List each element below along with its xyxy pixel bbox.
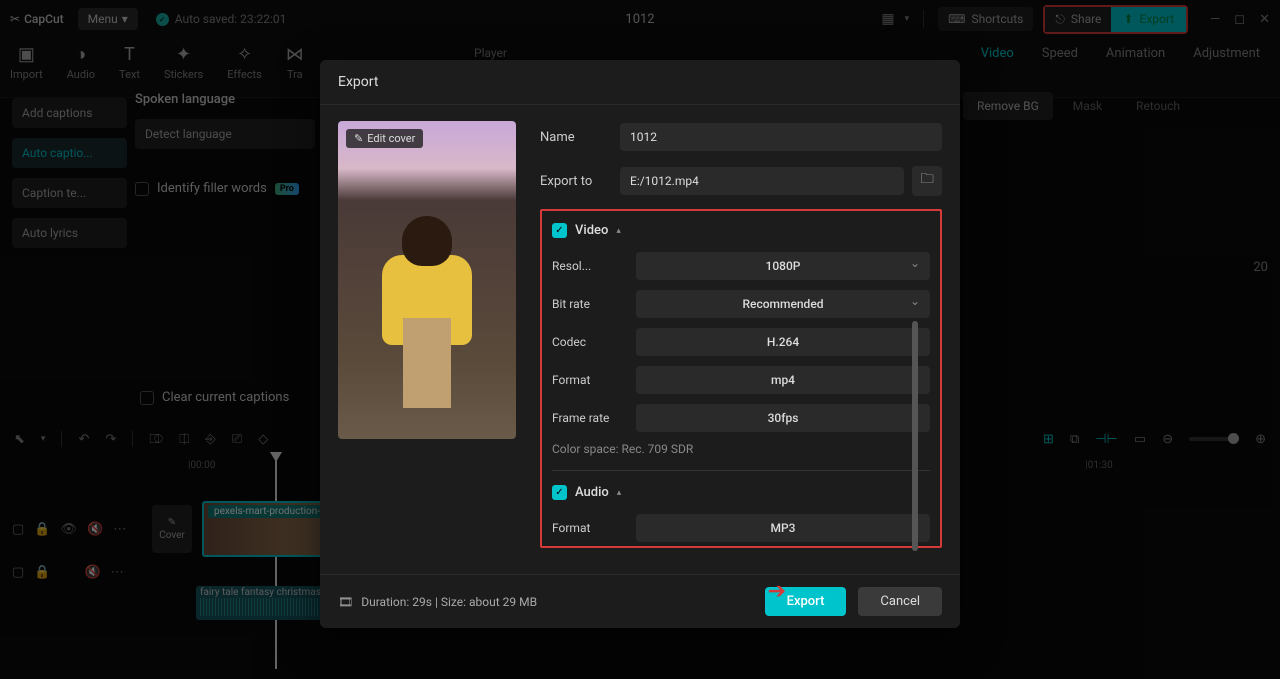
- format-label: Format: [552, 373, 636, 387]
- preview-figure: [402, 216, 452, 266]
- codec-label: Codec: [552, 335, 636, 349]
- browse-folder-button[interactable]: 🗀: [912, 166, 942, 196]
- edit-cover-label: Edit cover: [367, 132, 415, 145]
- cover-preview: ✎ Edit cover: [338, 121, 516, 439]
- cancel-button[interactable]: Cancel: [858, 587, 942, 616]
- modal-title: Export: [320, 60, 960, 105]
- export-settings-highlight: ✓ Video ▴ Resol... 1080P Bit rate Recomm…: [540, 209, 942, 548]
- audio-format-label: Format: [552, 521, 636, 535]
- name-label: Name: [540, 130, 620, 145]
- film-icon: 🎞: [338, 595, 353, 609]
- video-section-label: Video: [575, 223, 608, 238]
- framerate-select[interactable]: 30fps: [636, 404, 930, 432]
- folder-icon: 🗀: [920, 170, 933, 192]
- edit-cover-button[interactable]: ✎ Edit cover: [346, 129, 423, 148]
- arrow-annotation: ➔: [768, 579, 786, 604]
- name-input[interactable]: [620, 123, 942, 151]
- preview-figure: [403, 318, 451, 408]
- color-space-info: Color space: Rec. 709 SDR: [552, 442, 930, 456]
- divider: [552, 470, 930, 471]
- pencil-icon: ✎: [354, 132, 363, 145]
- audio-checkbox[interactable]: ✓: [552, 485, 567, 500]
- collapse-icon[interactable]: ▴: [617, 488, 622, 498]
- bitrate-label: Bit rate: [552, 297, 636, 311]
- scrollbar[interactable]: [912, 321, 918, 551]
- resolution-select[interactable]: 1080P: [636, 252, 930, 280]
- audio-format-select[interactable]: MP3: [636, 514, 930, 542]
- framerate-label: Frame rate: [552, 411, 636, 425]
- bitrate-select[interactable]: Recommended: [636, 290, 930, 318]
- format-select[interactable]: mp4: [636, 366, 930, 394]
- export-to-label: Export to: [540, 174, 620, 189]
- video-checkbox[interactable]: ✓: [552, 223, 567, 238]
- duration-text: Duration: 29s | Size: about 29 MB: [361, 595, 537, 609]
- audio-section-label: Audio: [575, 485, 609, 500]
- export-to-path: E:/1012.mp4: [620, 167, 904, 195]
- collapse-icon[interactable]: ▴: [616, 226, 621, 236]
- export-modal: Export ✎ Edit cover Name Export to E:/10…: [320, 60, 960, 628]
- resolution-label: Resol...: [552, 259, 636, 273]
- codec-select[interactable]: H.264: [636, 328, 930, 356]
